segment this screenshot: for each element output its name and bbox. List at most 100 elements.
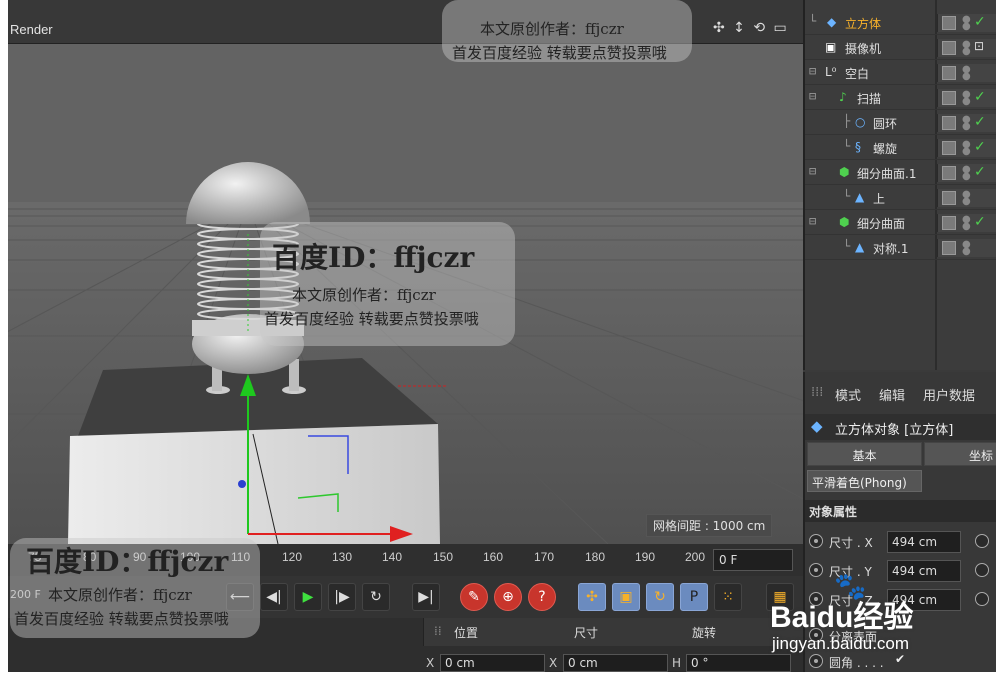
timeline[interactable]: 75 80 90 100 110 120 130 140 150 160 170… <box>8 544 803 576</box>
key-help-button[interactable]: ? <box>528 583 556 611</box>
object-name: 立方体 <box>845 17 882 31</box>
enabled-check-icon[interactable]: ✓ <box>974 214 986 230</box>
menu-mode[interactable]: 模式 <box>835 385 861 404</box>
box-front <box>68 424 440 544</box>
scale-tool-button[interactable]: ▣ <box>612 583 640 611</box>
layer-swatch[interactable] <box>942 216 956 230</box>
3d-viewport[interactable]: 网格间距 : 1000 cm <box>8 44 803 544</box>
current-frame-field[interactable]: 0 F <box>713 549 793 571</box>
object-row-top[interactable]: └ ▲ 上 ● ● <box>805 185 996 210</box>
layer-swatch[interactable] <box>942 41 956 55</box>
object-row-subdiv-1[interactable]: ⊟ ⬢ 细分曲面.1 ● ● ✓ <box>805 160 996 185</box>
object-row-cube[interactable]: └ ◆ 立方体 ● ● ✓ <box>805 10 996 35</box>
visibility-dots[interactable]: ● ● <box>962 15 971 32</box>
auto-key-button[interactable]: ⊕ <box>494 583 522 611</box>
timeline-tick: 200 <box>685 550 706 564</box>
cube-icon: ◆ <box>827 15 837 29</box>
next-frame-button[interactable]: |▶ <box>328 583 356 611</box>
tree-branch: └ <box>843 239 851 253</box>
viewport-nav-icons[interactable]: ✣ ↕ ⟲ ▭ <box>713 20 789 36</box>
timeline-tick: 90 <box>133 550 147 564</box>
menu-user-data[interactable]: 用户数据 <box>923 385 975 404</box>
viewport-title: Render <box>10 22 53 37</box>
visibility-dots[interactable]: ● ● <box>962 240 971 257</box>
record-keys-button[interactable]: ✎ <box>460 583 488 611</box>
loop-button[interactable]: ↻ <box>362 583 390 611</box>
layer-swatch[interactable] <box>942 141 956 155</box>
animate-radio[interactable] <box>975 563 989 577</box>
enabled-check-icon[interactable]: ✓ <box>974 139 986 155</box>
tab-coord[interactable]: 坐标 <box>924 442 996 466</box>
object-row-helix[interactable]: └ § 螺旋 ● ● ✓ <box>805 135 996 160</box>
visibility-dots[interactable]: ● ● <box>962 215 971 232</box>
visibility-dots[interactable]: ● ● <box>962 165 971 182</box>
rotate-tool-button[interactable]: ↻ <box>646 583 674 611</box>
visibility-dots[interactable]: ● ● <box>962 90 971 107</box>
cube-icon: ◆ <box>811 417 823 435</box>
object-flags: ● ● ⊡ <box>937 39 996 57</box>
size-x-field[interactable]: 0 cm <box>563 654 668 672</box>
object-row-camera[interactable]: ▣ 摄像机 ● ● ⊡ <box>805 35 996 60</box>
go-to-end-button[interactable]: ▶| <box>412 583 440 611</box>
layer-swatch[interactable] <box>942 166 956 180</box>
start-frame-field[interactable]: 200 F <box>10 588 41 601</box>
object-name: 细分曲面.1 <box>857 167 917 181</box>
gizmo-z-axis[interactable] <box>238 480 246 488</box>
size-x-row: 尺寸 . X 494 cm <box>805 528 996 556</box>
tree-branch: ⊟ <box>809 164 817 178</box>
tab-basic[interactable]: 基本 <box>807 442 922 466</box>
camera-tag-icon[interactable]: ⊡ <box>974 39 984 53</box>
attribute-title-bar: ◆ 立方体对象 [立方体] <box>805 414 996 440</box>
transport-bar: 200 F ⟵ ◀| ▶ |▶ ↻ ▶| ✎ ⊕ ? ✣ ▣ ↻ P ⁙ ▦ <box>8 576 803 618</box>
visibility-dots[interactable]: ● ● <box>962 115 971 132</box>
tab-phong[interactable]: 平滑着色(Phong) <box>807 470 922 492</box>
object-flags: ● ● ✓ <box>937 164 996 182</box>
helix-icon: § <box>855 140 861 154</box>
layer-swatch[interactable] <box>942 91 956 105</box>
visibility-dots[interactable]: ● ● <box>962 40 971 57</box>
coordinate-manager: ⁞⁞ 位置 尺寸 旋转 X 0 cm X 0 cm H 0 ° <box>8 618 803 672</box>
object-row-sweep[interactable]: ⊟ ♪ 扫描 ● ● ✓ <box>805 85 996 110</box>
object-row-symmetry-1[interactable]: └ ▲ 对称.1 ● ● <box>805 235 996 260</box>
timeline-tick: 150 <box>433 550 454 564</box>
layer-swatch[interactable] <box>942 191 956 205</box>
layer-swatch[interactable] <box>942 16 956 30</box>
object-row-null[interactable]: ⊟ L⁰ 空白 ● ● <box>805 60 996 85</box>
prev-frame-button[interactable]: ◀| <box>260 583 288 611</box>
rot-h-label: H <box>672 656 682 670</box>
visibility-dots[interactable]: ● ● <box>962 190 971 207</box>
object-name: 扫描 <box>857 92 882 106</box>
object-flags: ● ● <box>937 64 996 82</box>
go-to-start-button[interactable]: ⟵ <box>226 583 254 611</box>
layer-swatch[interactable] <box>942 116 956 130</box>
object-properties-header: 对象属性 <box>805 500 996 522</box>
timeline-tick: 140 <box>382 550 403 564</box>
visibility-dots[interactable]: ● ● <box>962 65 971 82</box>
enabled-check-icon[interactable]: ✓ <box>974 89 986 105</box>
menu-edit[interactable]: 编辑 <box>879 385 905 404</box>
enabled-check-icon[interactable]: ✓ <box>974 14 986 30</box>
animate-radio[interactable] <box>975 534 989 548</box>
size-x-label: 尺寸 . X <box>829 536 873 550</box>
pos-x-field[interactable]: 0 cm <box>440 654 545 672</box>
enabled-check-icon[interactable]: ✓ <box>974 114 986 130</box>
animate-radio[interactable] <box>975 592 989 606</box>
param-tool-button[interactable]: P <box>680 583 708 611</box>
timeline-tick: 180 <box>585 550 606 564</box>
layer-swatch[interactable] <box>942 66 956 80</box>
object-row-subdiv[interactable]: ⊟ ⬢ 细分曲面 ● ● ✓ <box>805 210 996 235</box>
play-button[interactable]: ▶ <box>294 583 322 611</box>
pla-tool-button[interactable]: ⁙ <box>714 583 742 611</box>
pos-x-label: X <box>426 656 435 670</box>
animate-radio[interactable] <box>809 534 823 548</box>
timeline-tick: 130 <box>332 550 353 564</box>
size-x-input[interactable]: 494 cm <box>887 531 961 553</box>
layer-swatch[interactable] <box>942 241 956 255</box>
timeline-tick: 110 <box>231 550 251 564</box>
enabled-check-icon[interactable]: ✓ <box>974 164 986 180</box>
move-tool-button[interactable]: ✣ <box>578 583 606 611</box>
object-row-circle[interactable]: ├ ○ 圆环 ● ● ✓ <box>805 110 996 135</box>
object-flags: ● ● ✓ <box>937 89 996 107</box>
visibility-dots[interactable]: ● ● <box>962 140 971 157</box>
object-flags: ● ● ✓ <box>937 214 996 232</box>
